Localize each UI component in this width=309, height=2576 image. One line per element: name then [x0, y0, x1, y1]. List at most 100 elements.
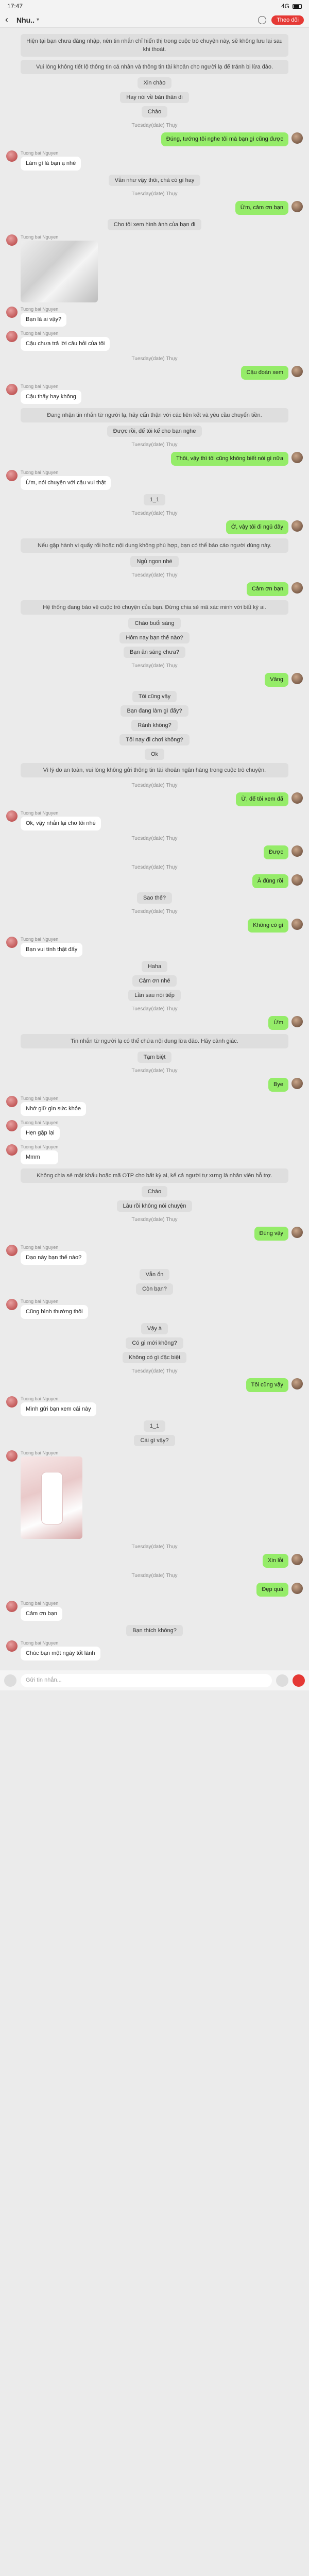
incoming-message-bubble[interactable]: Cậu thấy hay không	[21, 390, 81, 404]
center-message[interactable]: Haha	[141, 961, 168, 972]
center-message[interactable]: Tạm biệt	[137, 1052, 172, 1063]
follow-button[interactable]: Theo dõi	[271, 15, 304, 25]
avatar[interactable]	[291, 520, 303, 532]
add-icon[interactable]	[293, 1674, 305, 1687]
center-message[interactable]: Rảnh không?	[131, 720, 178, 731]
center-message[interactable]: Hay nói về bản thân đi	[120, 92, 189, 103]
avatar[interactable]	[291, 673, 303, 684]
avatar[interactable]	[291, 1227, 303, 1238]
chat-title[interactable]: Nhu..	[16, 16, 35, 24]
avatar[interactable]	[6, 937, 18, 948]
outgoing-message-bubble[interactable]: Đúng, tướng tôi nghe tôi mà bạn gì cũng …	[161, 132, 288, 146]
center-message[interactable]: Vẫn ổn	[139, 1269, 170, 1280]
center-message[interactable]: 1_1	[143, 494, 166, 505]
outgoing-message-bubble[interactable]: Xin lỗi	[263, 1554, 288, 1568]
outgoing-message-bubble[interactable]: À đúng rồi	[252, 874, 288, 888]
avatar[interactable]	[291, 874, 303, 886]
avatar[interactable]	[291, 1583, 303, 1594]
center-message[interactable]: Chào	[141, 106, 168, 117]
avatar[interactable]	[6, 1601, 18, 1612]
center-message[interactable]: Xin chào	[137, 77, 172, 89]
avatar[interactable]	[291, 366, 303, 377]
incoming-message-bubble[interactable]: Chúc bạn một ngày tốt lành	[21, 1647, 100, 1660]
incoming-message-bubble[interactable]: Ok, vậy nhắn lại cho tôi nhé	[21, 817, 101, 831]
center-message[interactable]: Vậy à	[141, 1323, 168, 1334]
outgoing-message-bubble[interactable]: Vâng	[265, 673, 288, 687]
avatar[interactable]	[6, 384, 18, 395]
center-message[interactable]: Ok	[144, 749, 165, 760]
avatar[interactable]	[6, 1396, 18, 1408]
avatar[interactable]	[291, 452, 303, 463]
avatar[interactable]	[291, 1554, 303, 1565]
center-message[interactable]: Còn bạn?	[136, 1283, 173, 1295]
center-message[interactable]: Ngủ ngon nhé	[130, 556, 179, 567]
incoming-message-bubble[interactable]: Bạn là ai vậy?	[21, 313, 67, 327]
avatar[interactable]	[291, 919, 303, 930]
avatar[interactable]	[291, 845, 303, 857]
incoming-message-bubble[interactable]: Bạn vui tính thật đấy	[21, 943, 83, 957]
center-message[interactable]: Chào buổi sáng	[128, 618, 181, 629]
shared-photo[interactable]	[21, 1456, 82, 1539]
center-message[interactable]: Lâu rồi không nói chuyện	[116, 1200, 193, 1212]
center-message[interactable]: Bạn ăn sáng chưa?	[123, 647, 186, 658]
center-message[interactable]: Tối nay đi chơi không?	[119, 734, 190, 745]
outgoing-message-bubble[interactable]: Ừ, để tôi xem đã	[236, 792, 288, 806]
center-message[interactable]: Bạn đang làm gì đấy?	[121, 705, 188, 717]
avatar[interactable]	[6, 470, 18, 481]
avatar[interactable]	[291, 1016, 303, 1027]
incoming-message-bubble[interactable]: Mmm	[21, 1150, 59, 1164]
incoming-message-bubble[interactable]: Cậu chưa trả lời câu hỏi của tôi	[21, 337, 110, 351]
avatar[interactable]	[6, 1144, 18, 1156]
center-message[interactable]: Có gì mới không?	[126, 1337, 183, 1349]
center-message[interactable]: Cảm ơn nhé	[132, 975, 177, 987]
avatar[interactable]	[291, 1078, 303, 1089]
outgoing-message-bubble[interactable]: Bye	[268, 1078, 288, 1092]
outgoing-message-bubble[interactable]: Ờ, vậy tôi đi ngủ đây	[226, 520, 288, 534]
center-message[interactable]: Sao thế?	[136, 892, 173, 904]
avatar[interactable]	[291, 1378, 303, 1389]
avatar[interactable]	[291, 582, 303, 594]
avatar[interactable]	[6, 331, 18, 342]
avatar[interactable]	[6, 1450, 18, 1462]
center-message[interactable]: Tôi cũng vậy	[132, 691, 177, 702]
outgoing-message-bubble[interactable]: Được	[263, 845, 288, 859]
more-icon[interactable]	[258, 15, 267, 24]
incoming-message-bubble[interactable]: Nhớ giữ gìn sức khỏe	[21, 1102, 86, 1116]
outgoing-message-bubble[interactable]: Cậu đoán xem	[241, 366, 288, 380]
outgoing-message-bubble[interactable]: Cảm ơn bạn	[246, 582, 288, 596]
shared-photo[interactable]	[21, 241, 98, 302]
avatar[interactable]	[6, 150, 18, 162]
center-message[interactable]: Cho tôi xem hình ảnh của bạn đi	[107, 219, 202, 230]
avatar[interactable]	[6, 307, 18, 318]
incoming-message-bubble[interactable]: Dạo này bạn thế nào?	[21, 1251, 87, 1265]
incoming-message-bubble[interactable]: Mình gửi bạn xem cái này	[21, 1402, 96, 1416]
incoming-message-bubble[interactable]: Làm gì là bạn ạ nhé	[21, 157, 81, 171]
avatar[interactable]	[6, 234, 18, 246]
center-message[interactable]: Vẫn như vậy thôi, chả có gì hay	[108, 175, 201, 186]
avatar[interactable]	[6, 1245, 18, 1256]
center-message[interactable]: Bạn thích không?	[126, 1625, 183, 1636]
avatar[interactable]	[6, 1120, 18, 1131]
center-message[interactable]: 1_1	[143, 1420, 166, 1432]
chevron-down-icon[interactable]: ▾	[37, 17, 39, 23]
avatar[interactable]	[291, 792, 303, 804]
incoming-message-bubble[interactable]: Ừm, nói chuyện với cậu vui thật	[21, 476, 111, 490]
center-message[interactable]: Chào	[141, 1186, 168, 1197]
avatar[interactable]	[6, 1640, 18, 1652]
outgoing-message-bubble[interactable]: Thôi, vậy thì tôi cũng không biết nói gì…	[171, 452, 288, 466]
outgoing-message-bubble[interactable]: Đẹp quá	[256, 1583, 288, 1597]
outgoing-message-bubble[interactable]: Đúng vậy	[254, 1227, 288, 1241]
avatar[interactable]	[291, 201, 303, 212]
avatar[interactable]	[6, 1299, 18, 1310]
avatar[interactable]	[6, 1096, 18, 1107]
center-message[interactable]: Lần sau nói tiếp	[128, 990, 181, 1001]
chat-thread[interactable]: Hiện tại bạn chưa đăng nhập, nên tin nhắ…	[0, 28, 309, 1670]
back-arrow-icon[interactable]: ‹	[5, 14, 16, 25]
emoji-icon[interactable]	[276, 1674, 288, 1687]
center-message[interactable]: Cái gì vậy?	[134, 1435, 175, 1446]
outgoing-message-bubble[interactable]: Ừm, cảm ơn bạn	[235, 201, 288, 215]
center-message[interactable]: Không có gì đặc biệt	[122, 1352, 187, 1363]
incoming-message-bubble[interactable]: Cũng bình thường thôi	[21, 1305, 88, 1319]
center-message[interactable]: Được rồi, để tôi kể cho bạn nghe	[107, 426, 202, 437]
outgoing-message-bubble[interactable]: Tôi cũng vậy	[246, 1378, 288, 1392]
